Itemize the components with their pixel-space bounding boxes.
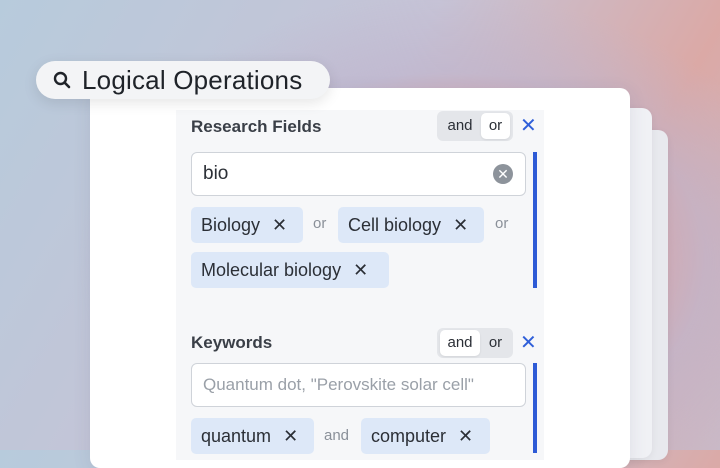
remove-chip-icon[interactable]: ✕ <box>353 260 368 281</box>
chip-quantum: quantum ✕ <box>191 418 314 454</box>
connector-label: or <box>313 215 327 232</box>
remove-chip-icon[interactable]: ✕ <box>453 215 468 236</box>
group-indicator <box>533 152 537 288</box>
close-icon[interactable]: ✕ <box>520 333 537 353</box>
connector-label: or <box>495 215 509 232</box>
clear-icon[interactable]: ✕ <box>493 164 513 184</box>
input-value: bio <box>203 163 229 184</box>
toggle-and[interactable]: and <box>440 113 480 139</box>
search-title: Logical Operations <box>82 65 303 95</box>
chip-biology: Biology ✕ <box>191 207 303 243</box>
group-indicator <box>533 363 537 453</box>
input-placeholder: Quantum dot, "Perovskite solar cell" <box>203 375 474 394</box>
remove-chip-icon[interactable]: ✕ <box>283 426 298 447</box>
close-icon[interactable]: ✕ <box>520 116 537 136</box>
logic-toggle: and or <box>437 328 513 358</box>
remove-chip-icon[interactable]: ✕ <box>458 426 473 447</box>
connector-label: and <box>324 427 350 444</box>
remove-chip-icon[interactable]: ✕ <box>272 215 287 236</box>
section-title-research-fields: Research Fields <box>191 117 322 136</box>
logic-toggle: and or <box>437 111 513 141</box>
research-fields-input[interactable]: bio ✕ <box>191 152 526 196</box>
keywords-input[interactable]: Quantum dot, "Perovskite solar cell" <box>191 363 526 407</box>
chip-molecular-biology: Molecular biology ✕ <box>191 252 389 288</box>
chip-computer: computer ✕ <box>361 418 490 454</box>
section-title-keywords: Keywords <box>191 333 273 352</box>
search-icon <box>53 71 71 89</box>
toggle-or[interactable]: or <box>481 113 510 139</box>
chip-cell-biology: Cell biology ✕ <box>338 207 484 243</box>
toggle-or[interactable]: or <box>481 330 510 356</box>
toggle-and[interactable]: and <box>440 330 480 356</box>
search-pill[interactable]: Logical Operations <box>36 61 330 99</box>
